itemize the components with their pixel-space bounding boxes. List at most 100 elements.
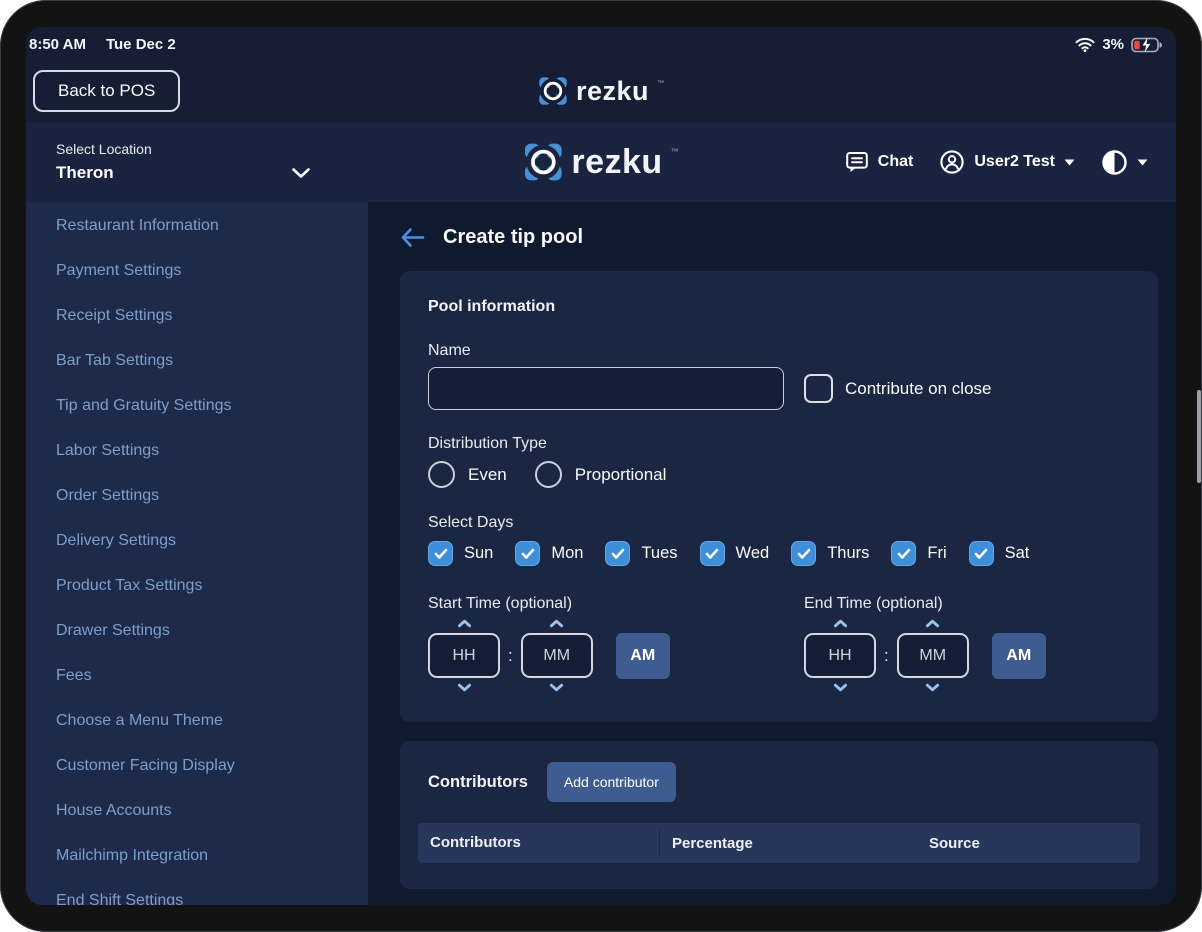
checkbox-checked[interactable] — [700, 541, 725, 566]
hour-increment-chevron-up-icon[interactable] — [457, 619, 472, 628]
start-hour-input[interactable] — [428, 633, 500, 678]
checkbox-unchecked[interactable] — [804, 374, 833, 403]
app-header: Select Location Theron — [26, 122, 1176, 202]
brand-name: rezku — [571, 143, 662, 182]
name-label: Name — [428, 342, 1130, 360]
checkbox-checked[interactable] — [791, 541, 816, 566]
sidebar-item-house-accounts[interactable]: House Accounts — [56, 788, 368, 833]
minute-decrement-chevron-down-icon[interactable] — [549, 683, 564, 692]
end-hour-input[interactable] — [804, 633, 876, 678]
rezku-logo-icon — [523, 142, 563, 182]
sidebar-item-product-tax-settings[interactable]: Product Tax Settings — [56, 563, 368, 608]
contribute-on-close-label: Contribute on close — [845, 379, 991, 399]
select-location-label: Select Location — [56, 141, 311, 157]
add-contributor-button[interactable]: Add contributor — [547, 762, 676, 802]
day-label: Sat — [1005, 544, 1030, 563]
sidebar-item-delivery-settings[interactable]: Delivery Settings — [56, 518, 368, 563]
sidebar-item-fees[interactable]: Fees — [56, 653, 368, 698]
sidebar-item-labor-settings[interactable]: Labor Settings — [56, 428, 368, 473]
contributors-table-header: Contributors Percentage Source — [418, 823, 1140, 863]
rezku-logo-icon — [538, 76, 568, 106]
minute-increment-chevron-up-icon[interactable] — [925, 619, 940, 628]
user-icon — [939, 149, 965, 175]
start-time-label: Start Time (optional) — [428, 595, 804, 613]
brand-trademark: ™ — [671, 147, 679, 156]
hour-decrement-chevron-down-icon[interactable] — [833, 683, 848, 692]
chat-icon — [845, 150, 869, 174]
start-meridiem-button[interactable]: AM — [616, 633, 670, 679]
selected-location: Theron — [56, 163, 114, 183]
clock: 8:50 AM — [29, 36, 86, 53]
rezku-logo-large: rezku ™ — [523, 142, 678, 182]
radio-button[interactable] — [535, 461, 562, 488]
device-side-button — [1197, 390, 1201, 483]
caret-down-icon — [1137, 159, 1148, 166]
day-checkbox-thurs[interactable]: Thurs — [791, 541, 869, 566]
sidebar-item-tip-and-gratuity-settings[interactable]: Tip and Gratuity Settings — [56, 383, 368, 428]
content-area: Restaurant Information Payment Settings … — [26, 202, 1176, 905]
radio-button[interactable] — [428, 461, 455, 488]
sidebar-item-mailchimp-integration[interactable]: Mailchimp Integration — [56, 833, 368, 878]
radio-proportional-label: Proportional — [575, 465, 667, 485]
sidebar-item-payment-settings[interactable]: Payment Settings — [56, 248, 368, 293]
time-separator: : — [884, 646, 889, 666]
end-minute-input[interactable] — [897, 633, 969, 678]
battery-charging-icon — [1131, 37, 1164, 53]
wifi-icon — [1075, 37, 1095, 52]
day-checkbox-sat[interactable]: Sat — [969, 541, 1030, 566]
sidebar-item-bar-tab-settings[interactable]: Bar Tab Settings — [56, 338, 368, 383]
sidebar-item-end-shift-settings[interactable]: End Shift Settings — [56, 878, 368, 905]
day-checkbox-mon[interactable]: Mon — [515, 541, 583, 566]
chat-label: Chat — [878, 153, 914, 171]
day-label: Thurs — [827, 544, 869, 563]
contribute-on-close-checkbox[interactable]: Contribute on close — [804, 374, 991, 403]
distribution-type-label: Distribution Type — [428, 435, 1130, 453]
checkbox-checked[interactable] — [969, 541, 994, 566]
day-checkbox-wed[interactable]: Wed — [700, 541, 770, 566]
radio-proportional[interactable]: Proportional — [535, 461, 667, 488]
back-to-pos-button[interactable]: Back to POS — [33, 70, 180, 112]
brand-name: rezku — [576, 76, 649, 107]
radio-even[interactable]: Even — [428, 461, 507, 488]
checkbox-checked[interactable] — [515, 541, 540, 566]
day-checkbox-tues[interactable]: Tues — [605, 541, 677, 566]
sidebar-item-order-settings[interactable]: Order Settings — [56, 473, 368, 518]
checkbox-checked[interactable] — [891, 541, 916, 566]
checkbox-checked[interactable] — [428, 541, 453, 566]
day-label: Wed — [736, 544, 770, 563]
hour-decrement-chevron-down-icon[interactable] — [457, 683, 472, 692]
column-header-contributors: Contributors — [418, 830, 660, 856]
end-meridiem-button[interactable]: AM — [992, 633, 1046, 679]
start-minute-input[interactable] — [521, 633, 593, 678]
settings-sidebar: Restaurant Information Payment Settings … — [26, 202, 368, 905]
chat-button[interactable]: Chat — [845, 150, 914, 174]
sidebar-item-drawer-settings[interactable]: Drawer Settings — [56, 608, 368, 653]
column-header-source: Source — [917, 835, 1140, 852]
location-selector[interactable]: Select Location Theron — [56, 141, 311, 183]
day-checkbox-fri[interactable]: Fri — [891, 541, 946, 566]
day-label: Mon — [551, 544, 583, 563]
pool-information-card: Pool information Name Contribute on clos… — [400, 271, 1158, 722]
time-section: Start Time (optional) : — [428, 595, 1130, 692]
checkbox-checked[interactable] — [605, 541, 630, 566]
pool-name-input[interactable] — [428, 367, 784, 410]
top-bar: Back to POS rezku ™ — [26, 60, 1176, 122]
page-title: Create tip pool — [443, 226, 583, 249]
date: Tue Dec 2 — [106, 36, 176, 53]
hour-increment-chevron-up-icon[interactable] — [833, 619, 848, 628]
contributors-card: Contributors Add contributor Contributor… — [400, 741, 1158, 889]
column-header-percentage: Percentage — [660, 835, 917, 852]
sidebar-item-choose-a-menu-theme[interactable]: Choose a Menu Theme — [56, 698, 368, 743]
sidebar-item-customer-facing-display[interactable]: Customer Facing Display — [56, 743, 368, 788]
sidebar-item-restaurant-information[interactable]: Restaurant Information — [56, 203, 368, 248]
minute-increment-chevron-up-icon[interactable] — [549, 619, 564, 628]
user-name: User2 Test — [974, 153, 1055, 171]
user-menu[interactable]: User2 Test — [939, 149, 1075, 175]
day-checkbox-sun[interactable]: Sun — [428, 541, 493, 566]
rezku-logo-small: rezku ™ — [538, 76, 664, 107]
theme-toggle[interactable] — [1101, 149, 1148, 176]
minute-decrement-chevron-down-icon[interactable] — [925, 683, 940, 692]
screen: 8:50 AM Tue Dec 2 3% — [26, 27, 1176, 905]
back-arrow-icon[interactable] — [400, 227, 425, 248]
sidebar-item-receipt-settings[interactable]: Receipt Settings — [56, 293, 368, 338]
